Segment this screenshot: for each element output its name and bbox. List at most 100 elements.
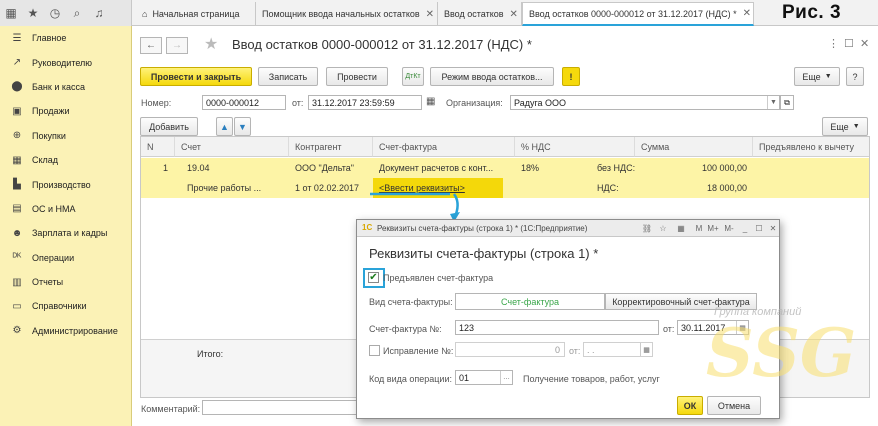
move-down-button[interactable]: ▼ [234, 117, 251, 136]
sidebar-item[interactable]: ▭ Справочники [0, 294, 131, 318]
back-button[interactable]: ← [140, 37, 162, 54]
invoice-kind-label: Вид счета-фактуры: [369, 297, 453, 307]
sidebar-item-label: Отчеты [32, 277, 64, 288]
calendar-icon[interactable]: ▦ [675, 222, 687, 234]
comment-field[interactable] [202, 400, 362, 415]
calendar-icon[interactable]: ▦ [640, 343, 652, 356]
sidebar-item[interactable]: ▙ Производство [0, 172, 131, 196]
sidebar-item-label: Справочники [32, 301, 87, 312]
input-mode-button[interactable]: Режим ввода остатков... [430, 67, 554, 86]
tab-home[interactable]: ⌂ Начальная страница [136, 2, 256, 26]
table-row[interactable]: 1 19.04 ООО "Дельта" Документ расчетов с… [141, 158, 869, 178]
bank-icon: ⬤ [11, 81, 23, 93]
correction-number-field[interactable]: 0 [455, 342, 565, 357]
memory-m-icon[interactable]: M [693, 222, 705, 234]
ellipsis-icon[interactable]: … [500, 371, 512, 384]
save-button[interactable]: Записать [258, 67, 318, 86]
add-button[interactable]: Добавить [140, 117, 198, 136]
correction-date-field[interactable]: . . ▦ [583, 342, 653, 357]
tab-balances[interactable]: Ввод остатков ✕ [438, 2, 522, 26]
post-button[interactable]: Провести [326, 67, 388, 86]
invoice-date-value: 30.11.2017 [681, 322, 726, 333]
apps-icon[interactable]: ▦ [0, 2, 22, 24]
sidebar-item[interactable]: ᴰᴷ Операции [0, 246, 131, 270]
sidebar-item[interactable]: ⊕ Покупки [0, 124, 131, 148]
invoice-number-field[interactable]: 123 [455, 320, 659, 335]
favorite-star-icon[interactable]: ★ [204, 34, 218, 54]
forward-button[interactable]: → [166, 37, 188, 54]
column-header[interactable]: Счет-фактура [373, 137, 515, 157]
cell-vat-rate: 18% [521, 163, 540, 173]
sidebar-item-label: Покупки [32, 130, 66, 141]
table-row[interactable]: Прочие работы ... 1 от 02.02.2017 <Ввест… [141, 178, 869, 198]
sidebar-item[interactable]: ☻ Зарплата и кадры [0, 221, 131, 245]
journal-dt-kt-icon[interactable]: ДтКт [402, 67, 424, 86]
minimize-icon[interactable]: _ [739, 222, 751, 234]
operation-code-description: Получение товаров, работ, услуг [523, 374, 660, 384]
table-more-button[interactable]: Еще ▼ [822, 117, 868, 136]
operation-code-field[interactable]: 01 … [455, 370, 513, 385]
sidebar-item[interactable]: ☰ Главное [0, 26, 131, 50]
help-button[interactable]: ? [846, 67, 864, 86]
column-header[interactable]: Счет [175, 137, 289, 157]
sidebar-item[interactable]: ▤ ОС и НМА [0, 197, 131, 221]
ok-button[interactable]: ОК [677, 396, 703, 415]
people-icon: ☻ [11, 227, 23, 239]
invoice-presented-checkbox[interactable]: ✔ [368, 272, 379, 283]
memory-plus-icon[interactable]: M+ [707, 222, 719, 234]
column-header[interactable]: N [141, 137, 175, 157]
move-up-button[interactable]: ▲ [216, 117, 233, 136]
organization-field[interactable]: Радуга ООО ▼ [510, 95, 780, 110]
chevron-down-icon[interactable]: ▼ [767, 96, 779, 109]
tab-document-active[interactable]: Ввод остатков 0000-000012 от 31.12.2017 … [522, 2, 754, 26]
sidebar-item[interactable]: ↗ Руководителю [0, 50, 131, 74]
sidebar-item-label: Продажи [32, 106, 70, 117]
close-icon[interactable]: ✕ [510, 9, 518, 20]
close-icon[interactable]: ✕ [860, 37, 869, 50]
number-label: Номер: [141, 98, 172, 108]
link-icon[interactable]: ⛓ [641, 222, 653, 234]
calendar-icon[interactable]: ▦ [426, 96, 435, 107]
maximize-icon[interactable]: ☐ [753, 222, 765, 234]
sidebar-item-label: Склад [32, 155, 59, 166]
more-dots-icon[interactable]: ⋮ [828, 37, 839, 50]
cell-invoice: Документ расчетов с конт... [379, 163, 494, 173]
column-header[interactable]: Контрагент [289, 137, 373, 157]
invoice-kind-option-corrective[interactable]: Корректировочный счет-фактура [605, 293, 757, 310]
date-field[interactable]: 31.12.2017 23:59:59 [308, 95, 422, 110]
favorite-star-icon[interactable]: ☆ [657, 222, 669, 234]
maximize-icon[interactable]: ☐ [844, 37, 854, 50]
correction-date-label: от: [569, 346, 581, 356]
sidebar-item[interactable]: ▥ Отчеты [0, 270, 131, 294]
calendar-icon[interactable]: ▦ [736, 321, 748, 334]
invoice-date-field[interactable]: 30.11.2017 ▦ [677, 320, 749, 335]
cart-icon: ⊕ [12, 130, 22, 142]
more-button[interactable]: Еще ▼ [794, 67, 840, 86]
close-icon[interactable]: ✕ [743, 8, 751, 19]
history-icon[interactable]: ◷ [44, 2, 66, 24]
sidebar-item[interactable]: ▦ Склад [0, 148, 131, 172]
tab-assistant[interactable]: Помощник ввода начальных остатков ✕ [256, 2, 438, 26]
search-icon[interactable]: ⌕ [66, 2, 88, 24]
close-icon[interactable]: ✕ [426, 9, 434, 20]
column-header[interactable]: Предъявлено к вычету [753, 137, 869, 157]
favorites-star-icon[interactable]: ★ [22, 2, 44, 24]
cancel-button[interactable]: Отмена [707, 396, 761, 415]
report-icon[interactable]: ! [562, 67, 580, 86]
sidebar-item[interactable]: ⬤ Банк и касса [0, 75, 131, 99]
column-header[interactable]: Сумма [635, 137, 753, 157]
post-and-close-button[interactable]: Провести и закрыть [140, 67, 252, 86]
cell-no-vat-label: без НДС: [597, 163, 636, 173]
invoice-kind-option-invoice[interactable]: Счет-фактура [455, 293, 605, 310]
open-link-icon[interactable]: ⧉ [780, 95, 794, 110]
correction-checkbox[interactable] [369, 345, 380, 356]
number-field[interactable]: 0000-000012 [202, 95, 286, 110]
sidebar-item[interactable]: ⚙ Администрирование [0, 319, 131, 343]
close-icon[interactable]: ✕ [767, 222, 779, 234]
column-header[interactable]: % НДС [515, 137, 635, 157]
notifications-bell-icon[interactable]: ♫ [88, 2, 110, 24]
sidebar-item[interactable]: ▣ Продажи [0, 99, 131, 123]
sidebar: ☰ Главное ↗ Руководителю ⬤ Банк и касса ▣ Прода… [0, 26, 132, 426]
cell-counterparty: ООО "Дельта" [295, 163, 354, 173]
memory-minus-icon[interactable]: M- [723, 222, 735, 234]
